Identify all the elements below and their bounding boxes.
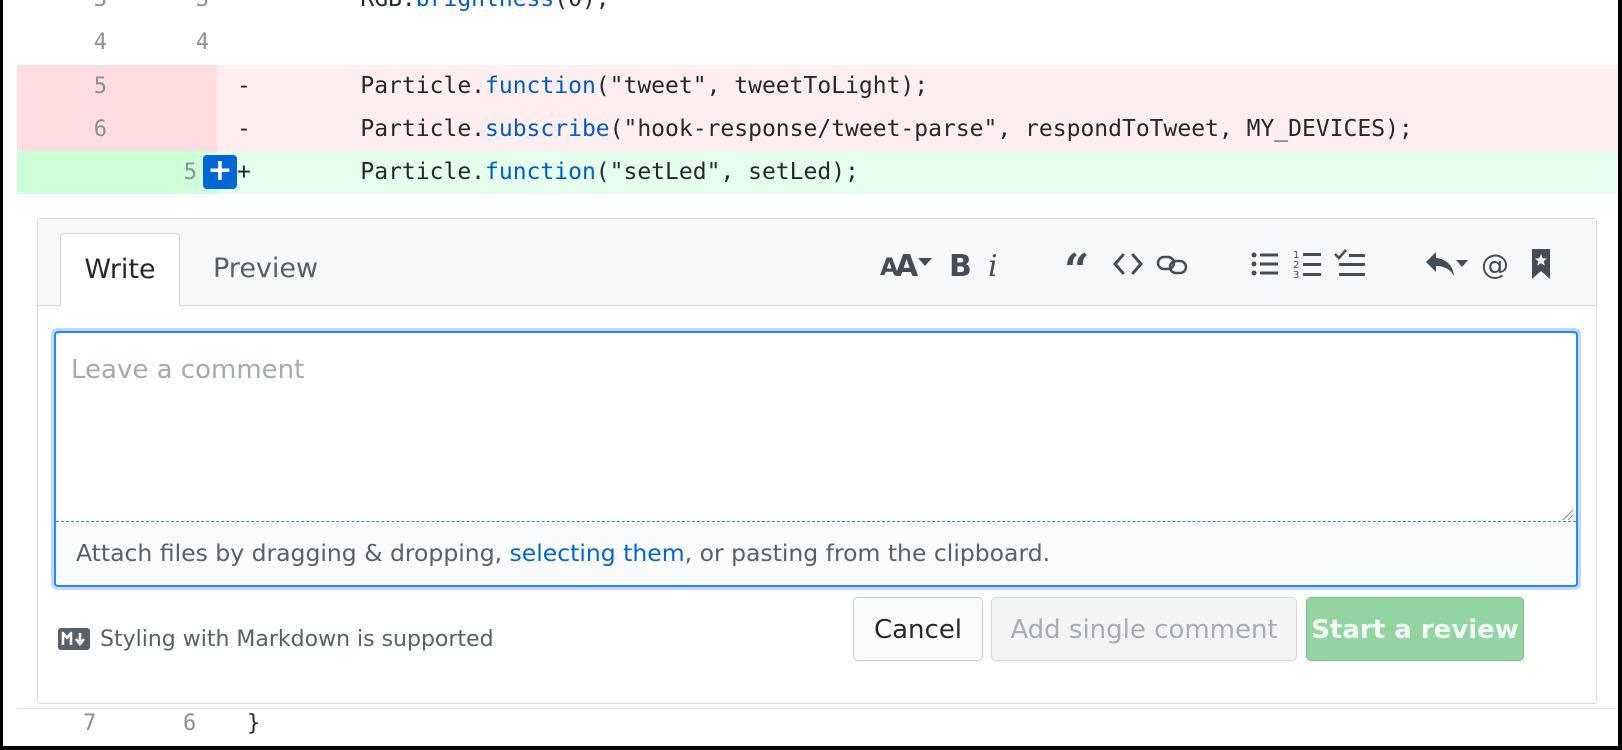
- comment-tabs-toolbar: Write Preview AA B i “ 1 2 3 @: [38, 219, 1596, 307]
- markdown-support-note[interactable]: Styling with Markdown is supported: [58, 621, 494, 657]
- svg-text:3: 3: [1293, 270, 1299, 280]
- italic-icon[interactable]: i: [984, 244, 1006, 284]
- quote-icon[interactable]: “: [1064, 244, 1094, 284]
- link-icon[interactable]: [1155, 244, 1189, 284]
- add-comment-plus-icon[interactable]: +: [203, 155, 237, 189]
- mention-icon[interactable]: @: [1480, 244, 1512, 284]
- comment-input-container: Attach files by dragging & dropping, sel…: [54, 331, 1578, 587]
- code-text: Particle.: [305, 73, 486, 99]
- attach-suffix-text: , or pasting from the clipboard.: [684, 539, 1051, 567]
- resize-grip-icon[interactable]: [1562, 509, 1574, 521]
- old-line-number[interactable]: 3: [17, 0, 107, 21]
- code-content: Particle.subscribe("hook-response/tweet-…: [305, 108, 1413, 151]
- svg-text:i: i: [988, 249, 998, 281]
- new-line-number[interactable]: 6: [183, 709, 196, 739]
- svg-text:B: B: [949, 249, 972, 281]
- diff-line-deletion: 5 - Particle.function("tweet", tweetToLi…: [17, 65, 1618, 108]
- diff-line-context: 4 4: [17, 21, 1618, 64]
- new-line-number[interactable]: 4: [129, 21, 209, 64]
- code-content: Particle.function("setLed", setLed);: [305, 151, 859, 194]
- code-text: ("tweet", tweetToLight);: [595, 73, 929, 99]
- old-line-number[interactable]: 6: [17, 108, 107, 151]
- markdown-icon: [58, 628, 90, 650]
- tab-write[interactable]: Write: [60, 233, 180, 307]
- diff-line-deletion: 6 - Particle.subscribe("hook-response/tw…: [17, 108, 1618, 151]
- comment-textarea[interactable]: [56, 333, 1576, 543]
- svg-text:A: A: [895, 249, 919, 281]
- reply-icon[interactable]: [1424, 244, 1470, 284]
- tab-preview[interactable]: Preview: [213, 233, 323, 305]
- cancel-button[interactable]: Cancel: [853, 597, 983, 661]
- code-text: Particle.: [305, 159, 486, 185]
- deletion-sign: -: [237, 116, 251, 142]
- pull-request-diff-view: 3 3 RGB.brightness(0); 4 4 5 - Particle.…: [3, 0, 1618, 746]
- select-files-link[interactable]: selecting them: [510, 539, 685, 567]
- code-keyword: function: [485, 73, 596, 99]
- text-size-icon[interactable]: AA: [880, 244, 934, 284]
- attach-prefix-text: Attach files by dragging & dropping,: [76, 539, 510, 567]
- bookmark-icon[interactable]: [1528, 244, 1554, 284]
- diff-line-context: 3 3 RGB.brightness(0);: [17, 0, 1618, 21]
- diff-line-context: 7 6 }: [17, 708, 1618, 746]
- old-line-number[interactable]: 5: [17, 65, 107, 108]
- deletion-sign: -: [237, 73, 251, 99]
- start-review-button[interactable]: Start a review: [1306, 597, 1524, 661]
- old-line-number[interactable]: 4: [17, 21, 107, 64]
- addition-sign: +: [237, 159, 251, 185]
- code-text: ("hook-response/tweet-parse", respondToT…: [609, 116, 1413, 142]
- file-attachment-bar[interactable]: Attach files by dragging & dropping, sel…: [56, 521, 1576, 583]
- code-content: RGB.brightness(0);: [305, 0, 609, 21]
- code-keyword: subscribe: [485, 116, 610, 142]
- bold-icon[interactable]: B: [947, 244, 973, 284]
- add-single-comment-button[interactable]: Add single comment: [991, 597, 1297, 661]
- svg-text:@: @: [1481, 248, 1509, 281]
- diff-line-addition: 5 + + Particle.function("setLed", setLed…: [17, 151, 1618, 194]
- code-text: (0);: [554, 0, 609, 12]
- code-keyword: brightness: [416, 0, 554, 12]
- new-line-number[interactable]: 3: [129, 0, 209, 21]
- old-line-number[interactable]: 7: [83, 709, 96, 739]
- code-text: Particle.: [305, 116, 486, 142]
- inline-comment-form: Write Preview AA B i “ 1 2 3 @ Leave a c…: [37, 218, 1597, 704]
- code-text: RGB.: [305, 0, 415, 12]
- numbered-list-icon[interactable]: 123: [1293, 244, 1323, 284]
- bullet-list-icon[interactable]: [1250, 244, 1280, 284]
- code-icon[interactable]: [1112, 244, 1144, 284]
- code-content: }: [247, 711, 261, 736]
- svg-text:“: “: [1064, 247, 1089, 281]
- task-list-icon[interactable]: [1333, 244, 1367, 284]
- markdown-note-text: Styling with Markdown is supported: [100, 626, 494, 652]
- code-content: Particle.function("tweet", tweetToLight)…: [305, 65, 928, 108]
- new-line-number[interactable]: 5: [117, 151, 197, 194]
- code-text: ("setLed", setLed);: [595, 159, 859, 185]
- code-keyword: function: [485, 159, 596, 185]
